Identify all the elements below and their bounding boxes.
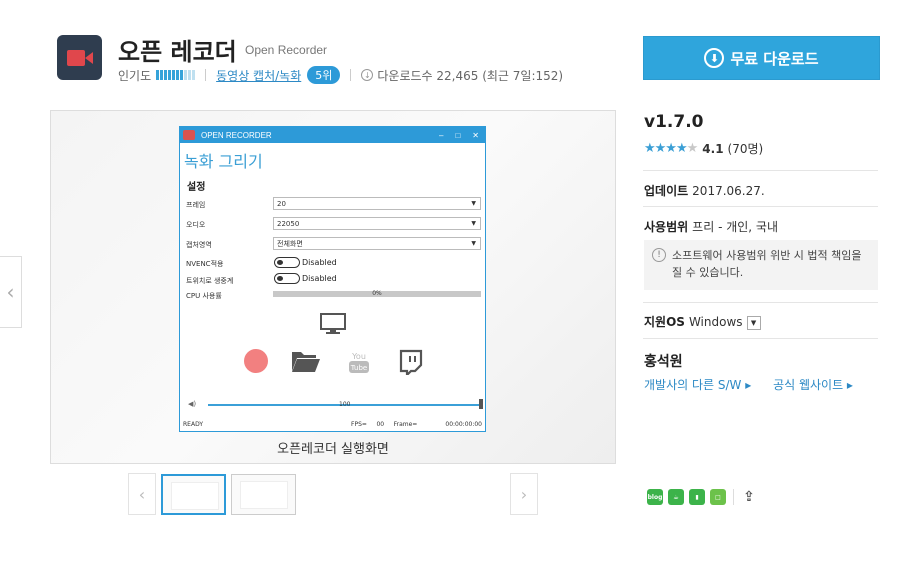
update-date: 2017.06.27.	[692, 184, 765, 198]
download-count-icon: ↓	[361, 69, 374, 81]
version: v1.7.0	[644, 112, 704, 132]
svg-text:Tube: Tube	[350, 364, 367, 372]
screenshot-prev-button[interactable]: ‹	[0, 256, 22, 328]
download-count: 다운로드수 22,465 (최근 7일:152)	[377, 68, 564, 83]
other-software-link[interactable]: 개발사의 다른 S/W ▸	[644, 378, 751, 392]
twitch-state: Disabled	[302, 274, 337, 283]
monitor-icon	[320, 313, 346, 334]
twitch-icon	[399, 349, 423, 375]
warning-text: 소프트웨어 사용범위 위반 시 법적 책임을 질 수 있습니다.	[672, 249, 862, 279]
developer-links: 개발사의 다른 S/W ▸ 공식 웹사이트 ▸	[644, 376, 871, 393]
os-dropdown-icon[interactable]: ▼	[746, 315, 761, 330]
record-button-icon	[244, 349, 268, 373]
audio-value: 22050	[277, 219, 300, 228]
divider	[643, 302, 878, 303]
bookmark-share-icon[interactable]: ▮	[689, 489, 705, 505]
close-icon: ✕	[472, 130, 479, 140]
folder-icon	[292, 352, 320, 372]
twitch-toggle	[274, 273, 300, 284]
minimize-icon: –	[439, 130, 444, 140]
chevron-down-icon: ▼	[471, 220, 476, 227]
youtube-icon: You Tube	[349, 352, 369, 373]
cpu-label: CPU 사용률	[186, 292, 222, 300]
download-arrow-icon: ⬇	[704, 48, 725, 68]
svg-text:You: You	[351, 352, 366, 361]
memo-share-icon[interactable]: □	[710, 489, 726, 505]
thumbnail-preview	[171, 482, 219, 510]
warning-icon: !	[652, 248, 666, 262]
cpu-bar: 0%	[273, 291, 481, 297]
volume-value: 100	[339, 401, 351, 408]
divider	[205, 69, 207, 81]
recorder-title: OPEN RECORDER	[201, 130, 272, 140]
rating-score: 4.1	[702, 141, 724, 156]
app-icon	[57, 35, 102, 80]
settings-title: 설정	[187, 182, 206, 193]
capture-value: 전체화면	[277, 239, 303, 248]
screenshot-caption: 오픈레코더 실행화면	[277, 442, 389, 457]
license-line: 사용범위 프리 - 개인, 국내	[644, 218, 778, 235]
time-text: 00:00:00:00	[445, 421, 482, 428]
chevron-down-icon: ▼	[471, 200, 476, 207]
rating-count: (70명)	[727, 142, 764, 156]
thumb-next-button[interactable]: ›	[510, 473, 538, 515]
recorder-titlebar: OPEN RECORDER – □ ✕	[180, 127, 485, 143]
share-icon[interactable]: ⇪	[741, 489, 757, 505]
status-text: READY	[183, 421, 204, 428]
audio-select: 22050 ▼	[273, 217, 481, 230]
license-value: 프리 - 개인, 국내	[692, 220, 779, 234]
chevron-down-icon: ▼	[471, 240, 476, 247]
update-label: 업데이트	[644, 184, 689, 198]
capture-label: 캡처영역	[186, 241, 212, 249]
app-title: 오픈 레코더	[118, 38, 237, 66]
divider	[643, 206, 878, 207]
divider	[350, 69, 352, 81]
app-meta: 인기도 동영상 캡처/녹화 5위 ↓ 다운로드수 22,465 (최근 7일:1…	[118, 66, 563, 84]
update-line: 업데이트 2017.06.27.	[644, 182, 765, 199]
twitch-label: 트위치로 생중계	[186, 277, 234, 285]
thumb-prev-button[interactable]: ‹	[128, 473, 156, 515]
license-warning: ! 소프트웨어 사용범위 위반 시 법적 책임을 질 수 있습니다.	[644, 240, 878, 290]
blog-share-icon[interactable]: blog	[647, 489, 663, 505]
fps-text: FPS= 00 Frame=	[351, 421, 418, 428]
frame-label: 프레임	[186, 201, 206, 209]
divider	[643, 170, 878, 171]
rank-badge[interactable]: 5위	[307, 66, 341, 84]
free-download-label: 무료 다운로드	[730, 49, 819, 68]
nvenc-state: Disabled	[302, 258, 337, 267]
audio-label: 오디오	[186, 221, 206, 229]
rating: ★★★★★ 4.1 (70명)	[644, 140, 763, 157]
app-subtitle: Open Recorder	[245, 43, 328, 57]
os-label: 지원OS	[644, 315, 685, 329]
maximize-icon: □	[455, 130, 461, 140]
developer-name: 홍석원	[644, 354, 683, 370]
os-value: Windows	[688, 315, 743, 329]
capture-select: 전체화면 ▼	[273, 237, 481, 250]
divider	[643, 338, 878, 339]
frame-select: 20 ▼	[273, 197, 481, 210]
volume-knob	[479, 399, 483, 409]
thumbnail-preview	[240, 481, 288, 509]
thumbnail-2[interactable]	[231, 474, 296, 515]
recorder-logo-icon	[183, 130, 195, 140]
license-label: 사용범위	[644, 220, 689, 234]
popularity-bar	[156, 70, 196, 80]
free-download-button[interactable]: ⬇ 무료 다운로드	[643, 36, 880, 80]
thumbnail-1[interactable]	[161, 474, 226, 515]
window-controls: – □ ✕	[439, 131, 479, 140]
volume-icon: ◀)	[188, 400, 197, 408]
cafe-share-icon[interactable]: ☕	[668, 489, 684, 505]
recorder-heading: 녹화 그리기	[184, 152, 263, 171]
frame-value: 20	[277, 199, 286, 208]
os-line: 지원OS Windows ▼	[644, 313, 761, 330]
rating-stars-icon: ★★★★★	[644, 141, 698, 156]
recorder-window-screenshot: OPEN RECORDER – □ ✕ 녹화 그리기 설정 프레임 20 ▼ 오디오 …	[179, 126, 486, 432]
category-link[interactable]: 동영상 캡처/녹화	[216, 67, 301, 84]
official-site-link[interactable]: 공식 웹사이트 ▸	[773, 378, 853, 392]
nvenc-toggle	[274, 257, 300, 268]
popularity-label: 인기도	[118, 68, 152, 83]
divider	[733, 489, 734, 505]
nvenc-label: NVENC적용	[186, 260, 224, 268]
